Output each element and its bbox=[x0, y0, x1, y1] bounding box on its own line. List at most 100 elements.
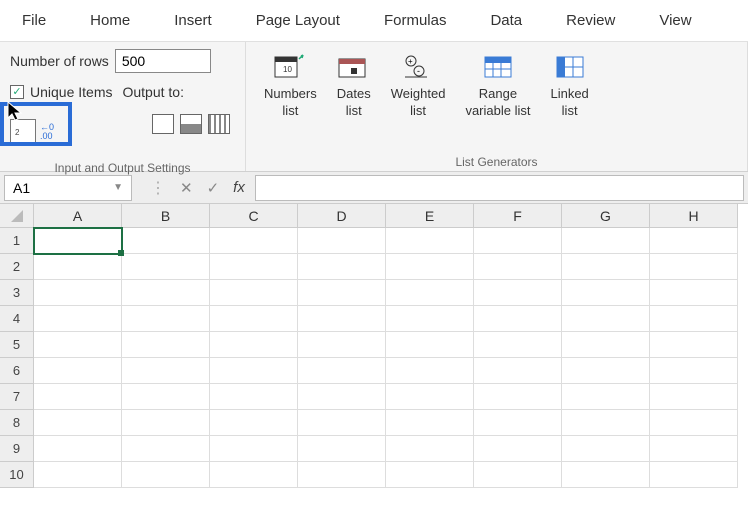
row-header-7[interactable]: 7 bbox=[0, 384, 34, 410]
row-header-4[interactable]: 4 bbox=[0, 306, 34, 332]
cell-g6[interactable] bbox=[562, 358, 650, 384]
menu-insert[interactable]: Insert bbox=[152, 5, 234, 36]
row-header-2[interactable]: 2 bbox=[0, 254, 34, 280]
accept-formula-icon[interactable]: ✓ bbox=[207, 179, 220, 197]
name-box[interactable]: A1 ▼ bbox=[4, 175, 132, 201]
cell-d6[interactable] bbox=[298, 358, 386, 384]
col-header-a[interactable]: A bbox=[34, 204, 122, 228]
linked-list-button[interactable]: Linked list bbox=[550, 52, 588, 120]
cell-h2[interactable] bbox=[650, 254, 738, 280]
cell-g3[interactable] bbox=[562, 280, 650, 306]
cell-d2[interactable] bbox=[298, 254, 386, 280]
cell-e7[interactable] bbox=[386, 384, 474, 410]
cell-f8[interactable] bbox=[474, 410, 562, 436]
output-selection-icon[interactable]: 2 bbox=[10, 119, 36, 145]
cell-b9[interactable] bbox=[122, 436, 210, 462]
ellipsis-icon[interactable]: ⋮ bbox=[150, 178, 166, 198]
col-header-h[interactable]: H bbox=[650, 204, 738, 228]
cell-d10[interactable] bbox=[298, 462, 386, 488]
cell-b3[interactable] bbox=[122, 280, 210, 306]
menu-view[interactable]: View bbox=[637, 5, 713, 36]
cell-e1[interactable] bbox=[386, 228, 474, 254]
cell-a8[interactable] bbox=[34, 410, 122, 436]
cell-e3[interactable] bbox=[386, 280, 474, 306]
cell-a3[interactable] bbox=[34, 280, 122, 306]
cell-e6[interactable] bbox=[386, 358, 474, 384]
dates-list-button[interactable]: Dates list bbox=[337, 52, 371, 120]
cell-d1[interactable] bbox=[298, 228, 386, 254]
formula-bar[interactable] bbox=[255, 175, 744, 201]
cancel-formula-icon[interactable]: ✕ bbox=[180, 179, 193, 197]
col-header-g[interactable]: G bbox=[562, 204, 650, 228]
col-header-d[interactable]: D bbox=[298, 204, 386, 228]
weighted-list-button[interactable]: +- Weighted list bbox=[391, 52, 446, 120]
cell-e2[interactable] bbox=[386, 254, 474, 280]
cell-e10[interactable] bbox=[386, 462, 474, 488]
cell-c4[interactable] bbox=[210, 306, 298, 332]
row-header-8[interactable]: 8 bbox=[0, 410, 34, 436]
cell-b8[interactable] bbox=[122, 410, 210, 436]
cell-c9[interactable] bbox=[210, 436, 298, 462]
cell-c7[interactable] bbox=[210, 384, 298, 410]
cell-g7[interactable] bbox=[562, 384, 650, 410]
cell-g9[interactable] bbox=[562, 436, 650, 462]
cell-f10[interactable] bbox=[474, 462, 562, 488]
cell-b6[interactable] bbox=[122, 358, 210, 384]
cell-h8[interactable] bbox=[650, 410, 738, 436]
cell-c3[interactable] bbox=[210, 280, 298, 306]
row-header-9[interactable]: 9 bbox=[0, 436, 34, 462]
cell-b1[interactable] bbox=[122, 228, 210, 254]
cell-d8[interactable] bbox=[298, 410, 386, 436]
cell-e8[interactable] bbox=[386, 410, 474, 436]
cell-a1[interactable] bbox=[34, 228, 122, 254]
select-all-corner[interactable] bbox=[0, 204, 34, 228]
row-header-1[interactable]: 1 bbox=[0, 228, 34, 254]
output-option-3-icon[interactable] bbox=[208, 114, 230, 134]
cell-c6[interactable] bbox=[210, 358, 298, 384]
cell-d9[interactable] bbox=[298, 436, 386, 462]
cell-e4[interactable] bbox=[386, 306, 474, 332]
menu-file[interactable]: File bbox=[0, 5, 68, 36]
row-header-3[interactable]: 3 bbox=[0, 280, 34, 306]
cell-a2[interactable] bbox=[34, 254, 122, 280]
fx-label[interactable]: fx bbox=[233, 179, 245, 196]
output-option-2-icon[interactable] bbox=[180, 114, 202, 134]
output-format-icon[interactable]: ←0.00 bbox=[40, 123, 54, 141]
cell-e9[interactable] bbox=[386, 436, 474, 462]
cell-g8[interactable] bbox=[562, 410, 650, 436]
cell-f5[interactable] bbox=[474, 332, 562, 358]
cell-d4[interactable] bbox=[298, 306, 386, 332]
cell-h3[interactable] bbox=[650, 280, 738, 306]
rows-input[interactable] bbox=[115, 49, 211, 73]
cell-g1[interactable] bbox=[562, 228, 650, 254]
row-header-6[interactable]: 6 bbox=[0, 358, 34, 384]
menu-page-layout[interactable]: Page Layout bbox=[234, 5, 362, 36]
col-header-e[interactable]: E bbox=[386, 204, 474, 228]
menu-home[interactable]: Home bbox=[68, 5, 152, 36]
cell-f2[interactable] bbox=[474, 254, 562, 280]
cell-f9[interactable] bbox=[474, 436, 562, 462]
cell-c10[interactable] bbox=[210, 462, 298, 488]
cell-d7[interactable] bbox=[298, 384, 386, 410]
cell-g5[interactable] bbox=[562, 332, 650, 358]
cell-f3[interactable] bbox=[474, 280, 562, 306]
cell-b4[interactable] bbox=[122, 306, 210, 332]
row-header-5[interactable]: 5 bbox=[0, 332, 34, 358]
cell-c1[interactable] bbox=[210, 228, 298, 254]
cell-f6[interactable] bbox=[474, 358, 562, 384]
cell-c8[interactable] bbox=[210, 410, 298, 436]
cell-g4[interactable] bbox=[562, 306, 650, 332]
menu-formulas[interactable]: Formulas bbox=[362, 5, 469, 36]
cell-a6[interactable] bbox=[34, 358, 122, 384]
cell-a10[interactable] bbox=[34, 462, 122, 488]
menu-data[interactable]: Data bbox=[468, 5, 544, 36]
cell-f1[interactable] bbox=[474, 228, 562, 254]
cell-f4[interactable] bbox=[474, 306, 562, 332]
cell-a9[interactable] bbox=[34, 436, 122, 462]
cell-d5[interactable] bbox=[298, 332, 386, 358]
unique-items-checkbox[interactable]: ✓ bbox=[10, 85, 24, 99]
cell-b5[interactable] bbox=[122, 332, 210, 358]
col-header-b[interactable]: B bbox=[122, 204, 210, 228]
cell-c2[interactable] bbox=[210, 254, 298, 280]
numbers-list-button[interactable]: 10 Numbers list bbox=[264, 52, 317, 120]
